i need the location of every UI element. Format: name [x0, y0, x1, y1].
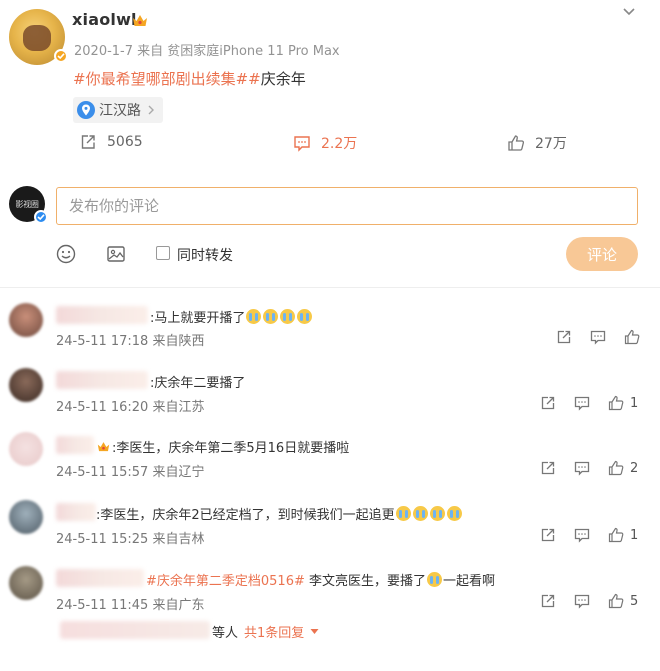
commenter-name[interactable]	[56, 436, 94, 454]
crying-emoji-icon	[429, 506, 445, 521]
comment-count: 2.2万	[321, 136, 358, 152]
comment-actions: 2	[540, 460, 638, 476]
view-replies-link[interactable]: 共1条回复	[244, 622, 319, 641]
comment-icon[interactable]	[574, 460, 590, 476]
comment-icon	[294, 136, 310, 152]
thumbs-up-icon	[608, 527, 624, 543]
comment-meta: 24-5-11 17:18 来自陕西	[56, 334, 205, 349]
location-label: 江汉路	[99, 103, 141, 119]
comment-like-button[interactable]: 2	[608, 460, 638, 476]
commenter-name[interactable]	[56, 503, 96, 521]
comment-like-button[interactable]: 1	[608, 395, 638, 411]
commenter-avatar[interactable]	[9, 432, 43, 466]
comment-meta: 24-5-11 11:45 来自广东	[56, 598, 205, 613]
thumbs-up-icon	[608, 460, 624, 476]
comment-icon[interactable]	[590, 329, 606, 345]
commenter-avatar[interactable]	[9, 566, 43, 600]
forward-label[interactable]: 同时转发	[177, 245, 233, 265]
comment-like-count: 1	[630, 527, 639, 543]
comment-like-count: 1	[630, 395, 639, 411]
topic-link[interactable]: #你最希望哪部剧出续集#	[73, 70, 248, 88]
crying-emoji-icon	[446, 506, 462, 521]
comment-text: :李医生，庆余年2已经定档了，到时候我们一起追更	[96, 504, 463, 523]
comment-button[interactable]: 2.2万	[293, 133, 357, 153]
like-button[interactable]: 27万	[507, 133, 567, 153]
comment-icon[interactable]	[574, 395, 590, 411]
comment-actions: 5	[540, 593, 638, 609]
repost-count: 5065	[107, 134, 143, 150]
post-text: #你最希望哪部剧出续集##庆余年	[73, 68, 306, 89]
reply-by-label: 等人	[212, 626, 239, 641]
thumbs-up-icon	[624, 329, 640, 345]
image-icon[interactable]	[106, 244, 126, 264]
share-icon[interactable]	[540, 593, 556, 609]
post-meta: 2020-1-7 来自 贫困家庭iPhone 11 Pro Max	[74, 40, 340, 59]
thumbs-up-icon	[608, 395, 624, 411]
comment-meta: 24-5-11 16:20 来自江苏	[56, 400, 205, 415]
comment-meta: 24-5-11 15:25 来自吉林	[56, 532, 205, 547]
commenter-avatar[interactable]	[9, 500, 43, 534]
crying-emoji-icon	[395, 506, 411, 521]
crying-emoji-icon	[263, 309, 279, 324]
topic-hash-link[interactable]: #	[248, 70, 261, 88]
comment-like-count: 2	[630, 460, 639, 476]
thumbs-up-icon	[508, 135, 525, 151]
comment-icon[interactable]	[574, 527, 590, 543]
comment-like-button[interactable]	[624, 329, 654, 345]
repost-icon	[81, 135, 95, 149]
comment-text: :李医生，庆余年第二季5月16日就要播啦	[95, 437, 349, 456]
share-icon[interactable]	[540, 395, 556, 411]
reply-author-name[interactable]	[60, 621, 210, 639]
commenter-avatar[interactable]	[9, 368, 43, 402]
comment-like-button[interactable]: 1	[608, 527, 638, 543]
repost-button[interactable]: 5065	[79, 133, 143, 151]
crying-emoji-icon	[280, 309, 296, 324]
crown-icon	[133, 15, 147, 26]
comment-input[interactable]	[56, 187, 638, 225]
avatar-logo: 影视圈	[15, 199, 39, 209]
comment-meta: 24-5-11 15:57 来自辽宁	[56, 465, 205, 480]
commenter-name[interactable]	[56, 306, 148, 324]
chevron-right-icon	[148, 105, 154, 115]
crying-emoji-icon	[297, 309, 313, 324]
location-chip[interactable]: 江汉路	[73, 97, 163, 123]
commenter-avatar[interactable]	[9, 303, 43, 337]
post-username[interactable]: xiaolwl	[72, 10, 137, 29]
view-replies-label: 共1条回复	[244, 626, 305, 641]
caret-down-icon	[310, 629, 319, 634]
share-icon[interactable]	[540, 460, 556, 476]
location-pin-icon	[77, 101, 95, 119]
comment-actions: 1	[540, 527, 638, 543]
post-source: 来自 贫困家庭iPhone 11 Pro Max	[137, 44, 340, 59]
forward-checkbox[interactable]	[156, 246, 170, 260]
submit-comment-button[interactable]: 评论	[566, 237, 638, 271]
verified-badge-icon	[54, 49, 68, 63]
verified-badge-icon	[34, 210, 48, 224]
share-icon[interactable]	[556, 329, 572, 345]
comment-like-button[interactable]: 5	[608, 593, 638, 609]
divider	[0, 287, 660, 288]
crying-emoji-icon	[427, 572, 443, 587]
comment-icon[interactable]	[574, 593, 590, 609]
comment-text: :马上就要开播了	[150, 307, 313, 326]
commenter-name[interactable]	[56, 371, 148, 389]
emoji-icon[interactable]	[56, 244, 76, 264]
comment-text: #庆余年第二季定档0516# 李文亮医生，要播了 一起看啊	[146, 572, 496, 589]
comment-like-count: 5	[630, 593, 639, 609]
avatar-face	[23, 25, 51, 51]
chevron-down-icon[interactable]	[621, 6, 637, 18]
crown-icon	[97, 442, 110, 452]
comment-topic-link[interactable]: #庆余年第二季定档0516#	[146, 574, 305, 589]
crying-emoji-icon	[246, 309, 262, 324]
crying-emoji-icon	[412, 506, 428, 521]
comment-actions	[556, 329, 654, 345]
post-text-body: 庆余年	[260, 70, 306, 88]
like-count: 27万	[535, 136, 567, 152]
thumbs-up-icon	[608, 593, 624, 609]
share-icon[interactable]	[540, 527, 556, 543]
post-date: 2020-1-7	[74, 44, 134, 59]
comment-text: :庆余年二要播了	[150, 376, 246, 391]
comment-actions: 1	[540, 395, 638, 411]
commenter-name[interactable]	[56, 569, 144, 587]
